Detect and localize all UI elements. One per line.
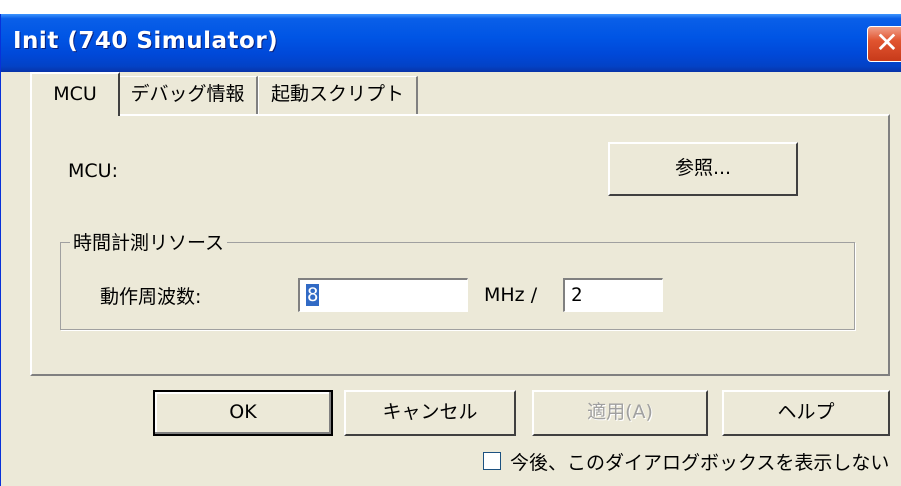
tab-debug-info[interactable]: デバッグ情報	[118, 76, 258, 114]
dont-show-again-checkbox[interactable]	[483, 452, 501, 470]
apply-button-label: 適用(A)	[587, 401, 653, 423]
tab-mcu[interactable]: MCU	[30, 72, 120, 116]
mhz-unit-label: MHz /	[484, 284, 538, 306]
frequency-value: 8	[306, 284, 320, 306]
divider-value: 2	[571, 284, 583, 306]
window-title: Init (740 Simulator)	[13, 28, 279, 54]
frequency-label: 動作周波数:	[100, 286, 202, 308]
close-icon: ✕	[875, 26, 899, 59]
help-button-label: ヘルプ	[777, 401, 835, 423]
browse-button[interactable]: 参照...	[608, 142, 798, 196]
tab-mcu-label: MCU	[53, 83, 97, 105]
cancel-button[interactable]: キャンセル	[344, 390, 516, 436]
help-button[interactable]: ヘルプ	[722, 390, 890, 436]
tab-debug-info-label: デバッグ情報	[130, 83, 245, 105]
ok-button[interactable]: OK	[153, 390, 333, 436]
browse-button-label: 参照...	[674, 157, 732, 179]
frequency-input[interactable]: 8	[298, 278, 468, 312]
cancel-button-label: キャンセル	[382, 401, 478, 423]
divider-input[interactable]: 2	[563, 278, 663, 312]
tab-startup-script[interactable]: 起動スクリプト	[258, 76, 418, 114]
ok-button-label: OK	[229, 401, 257, 423]
tab-startup-script-label: 起動スクリプト	[270, 83, 404, 105]
title-bar[interactable]: Init (740 Simulator) ✕	[1, 14, 901, 72]
close-button[interactable]: ✕	[867, 26, 901, 62]
timing-resource-legend: 時間計測リソース	[70, 228, 228, 255]
dont-show-again-label[interactable]: 今後、このダイアログボックスを表示しない	[510, 448, 889, 475]
apply-button[interactable]: 適用(A)	[532, 390, 708, 436]
mcu-label: MCU:	[68, 160, 118, 182]
